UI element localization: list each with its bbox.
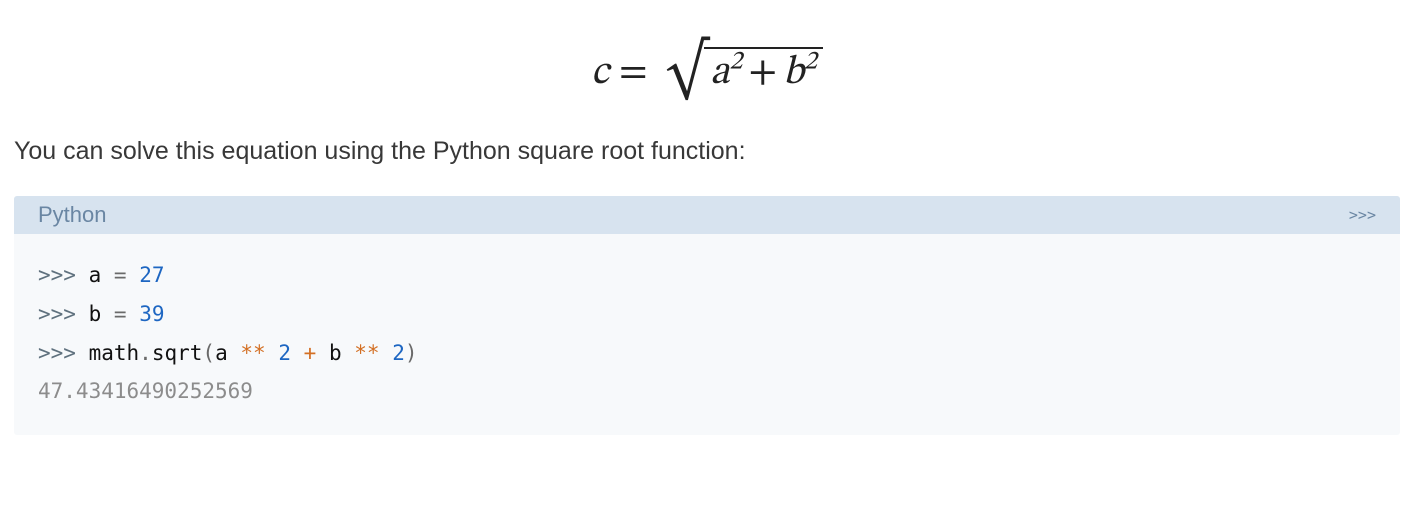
code-operator: ** <box>240 341 265 365</box>
code-number: 2 <box>392 341 405 365</box>
code-language-label: Python <box>38 202 107 228</box>
equation-radicand: a2+b2 <box>704 47 823 95</box>
code-line: >>> math.sqrt(a ** 2 + b ** 2) <box>38 334 1376 373</box>
radical-symbol: √ <box>666 45 709 99</box>
repl-prompt: >>> <box>38 263 76 287</box>
code-dot: . <box>139 341 152 365</box>
code-identifier: math <box>89 341 140 365</box>
repl-prompt: >>> <box>38 302 76 326</box>
repl-toggle-icon[interactable]: >>> <box>1349 206 1376 224</box>
equation-plus: + <box>748 53 777 93</box>
equation-b-exp: 2 <box>804 50 817 76</box>
code-number: 2 <box>278 341 291 365</box>
code-block-header: Python >>> <box>14 196 1400 234</box>
code-operator: ** <box>354 341 379 365</box>
equation-a: a <box>710 53 729 93</box>
repl-prompt: >>> <box>38 341 76 365</box>
equation-equals: = <box>619 53 648 93</box>
code-identifier: b <box>89 302 102 326</box>
code-line: >>> b = 39 <box>38 295 1376 334</box>
code-operator: = <box>114 263 127 287</box>
code-number: 39 <box>139 302 164 326</box>
pythagorean-equation: c=√a2+b2 <box>14 40 1400 99</box>
equation-lhs: c <box>591 53 609 93</box>
equation-a-exp: 2 <box>729 50 742 76</box>
code-output-line: 47.43416490252569 <box>38 372 1376 411</box>
code-block: Python >>> >>> a = 27 >>> b = 39 >>> mat… <box>14 196 1400 435</box>
code-block-body: >>> a = 27 >>> b = 39 >>> math.sqrt(a **… <box>14 234 1400 435</box>
equation-b: b <box>783 53 804 93</box>
code-output: 47.43416490252569 <box>38 379 253 403</box>
code-operator: + <box>304 341 317 365</box>
code-identifier: a <box>215 341 228 365</box>
code-paren-open: ( <box>202 341 215 365</box>
code-number: 27 <box>139 263 164 287</box>
code-paren-close: ) <box>405 341 418 365</box>
code-operator: = <box>114 302 127 326</box>
code-identifier: a <box>89 263 102 287</box>
code-identifier: sqrt <box>152 341 203 365</box>
code-line: >>> a = 27 <box>38 256 1376 295</box>
intro-text: You can solve this equation using the Py… <box>14 137 1400 166</box>
code-identifier: b <box>329 341 342 365</box>
